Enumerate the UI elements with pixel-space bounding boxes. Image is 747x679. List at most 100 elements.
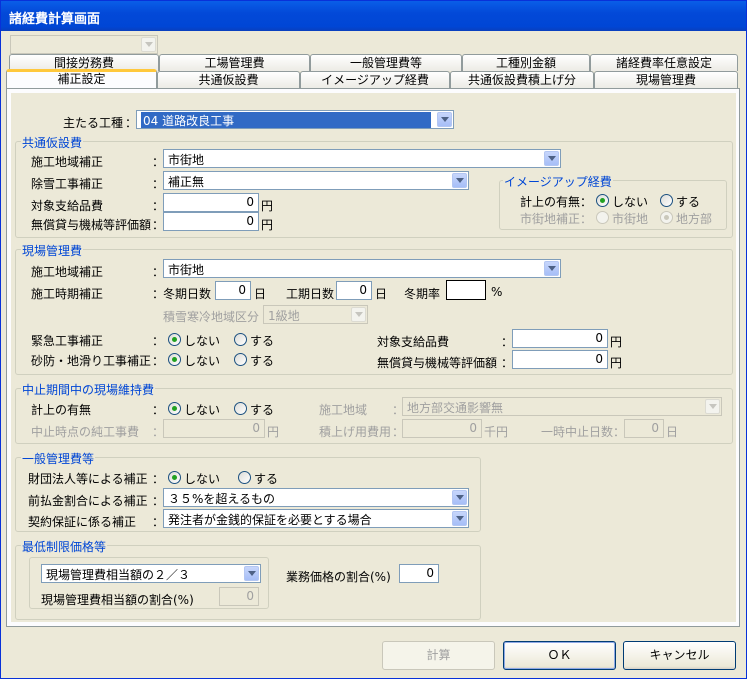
chevron-down-icon: [544, 151, 559, 166]
genba-area-label: 施工地域補正: [31, 265, 104, 279]
tab-common-temporary[interactable]: 共通仮設費: [157, 71, 300, 88]
tab-work-type-amount[interactable]: 工種別金額: [462, 54, 590, 71]
colon: ：: [152, 403, 165, 417]
winter-days-label: 冬期日数: [163, 287, 212, 301]
main-work-type-label: 主たる工種: [63, 116, 124, 130]
suspension-no-radio[interactable]: [168, 402, 181, 415]
tab-factory-management[interactable]: 工場管理費: [159, 54, 310, 71]
chevron-down-icon: [544, 261, 559, 276]
image-up-yes-radio[interactable]: [660, 194, 673, 207]
suspension-yes-label: する: [250, 403, 275, 417]
tab-image-up[interactable]: イメージアップ経費: [300, 71, 450, 88]
rural-radio: [660, 211, 673, 224]
percent-unit: %: [491, 285, 503, 299]
guarantee-correction-combo[interactable]: 発注者が金銭的保証を必要とする場合: [163, 509, 469, 528]
loan-machine-input[interactable]: 0: [163, 212, 259, 231]
colon: ：: [152, 354, 165, 368]
calculate-button[interactable]: 計算: [382, 641, 495, 670]
advance-correction-label: 前払金割合による補正: [28, 494, 148, 508]
genba-area-combo[interactable]: 市街地: [163, 259, 561, 278]
cancel-button[interactable]: キャンセル: [623, 641, 736, 670]
genba-loan-input[interactable]: 0: [512, 350, 608, 369]
foundation-no-radio[interactable]: [168, 471, 181, 484]
day-unit: 日: [254, 287, 267, 301]
yen-unit: 円: [267, 425, 280, 439]
sabo-correction-label: 砂防・地滑り工事補正: [31, 354, 152, 368]
period-correction-label: 施工時期補正: [31, 287, 104, 301]
net-cost-label: 中止時点の純工事費: [31, 425, 140, 439]
yen-unit: 円: [261, 218, 274, 232]
genba-loan-label: 無償貸与機械等評価額: [377, 356, 498, 370]
general-management-group-title: 一般管理費等: [21, 450, 96, 467]
winter-days-input[interactable]: 0: [215, 281, 251, 300]
chevron-down-icon: [244, 566, 259, 581]
city-correction-label: 市街地補正：: [520, 212, 593, 226]
common-temporary-group-title: 共通仮設費: [21, 134, 84, 151]
tab-general-management[interactable]: 一般管理費等: [310, 54, 462, 71]
supply-cost-input[interactable]: 0: [163, 193, 259, 212]
tab-rate-settings[interactable]: 諸経費率任意設定: [590, 54, 738, 71]
ok-button[interactable]: ＯＫ: [503, 641, 616, 670]
tab-correction[interactable]: 補正設定: [6, 69, 157, 89]
colon: ：: [152, 334, 165, 348]
rural-label: 地方部: [676, 212, 713, 226]
main-work-type-combo[interactable]: 04 道路改良工事: [136, 110, 454, 129]
chevron-down-icon: [351, 307, 366, 322]
pause-days-input: 0: [624, 419, 664, 438]
urgent-no-radio[interactable]: [168, 333, 181, 346]
work-ratio-input[interactable]: 0: [399, 564, 439, 583]
suspension-yes-radio[interactable]: [234, 402, 247, 415]
top-combo: [10, 35, 158, 54]
area-correction-combo[interactable]: 市街地: [163, 149, 561, 168]
supply-cost-label: 対象支給品費: [31, 199, 104, 213]
window-title: 諸経費計算画面: [9, 12, 101, 27]
foundation-no-label: しない: [184, 472, 221, 486]
day-unit: 日: [666, 425, 679, 439]
suspension-area-label: 施工地域: [319, 403, 368, 417]
suspension-group-title: 中止期間中の現場維持費: [21, 381, 156, 398]
chevron-down-icon: [452, 511, 467, 526]
work-ratio-label: 業務価格の割合(%): [286, 570, 391, 584]
pause-days-label: 一時中止日数: [541, 425, 614, 439]
genba-supply-input[interactable]: 0: [512, 329, 608, 348]
foundation-correction-label: 財団法人等による補正: [28, 472, 148, 486]
urgent-correction-label: 緊急工事補正: [31, 334, 104, 348]
suspension-no-label: しない: [184, 403, 221, 417]
sabo-yes-radio[interactable]: [234, 353, 247, 366]
sabo-no-label: しない: [184, 354, 221, 368]
stack-cost-input: 0: [402, 419, 482, 438]
title-bar: 諸経費計算画面: [1, 1, 746, 31]
site-management-group-title: 現場管理費: [21, 242, 84, 259]
image-up-group-title: イメージアップ経費: [503, 173, 613, 190]
yen-unit: 円: [610, 356, 623, 370]
work-days-input[interactable]: 0: [336, 281, 372, 300]
chevron-down-icon: [437, 112, 452, 127]
genba-supply-label: 対象支給品費: [377, 335, 450, 349]
dialog-window: 諸経費計算画面 間接労務費 工場管理費 一般管理費等 工種別金額 諸経費率任意設…: [0, 0, 747, 679]
cold-region-label: 積雪寒冷地域区分: [163, 310, 260, 324]
advance-correction-combo[interactable]: ３５%を超えるもの: [163, 488, 469, 507]
yen-unit: 円: [610, 335, 623, 349]
winter-rate-field: [446, 280, 486, 300]
image-up-count-label: 計上の有無：: [520, 195, 593, 209]
snow-correction-combo[interactable]: 補正無: [163, 171, 469, 190]
cold-region-combo: 1級地: [263, 305, 368, 324]
guarantee-correction-label: 契約保証に係る補正: [28, 515, 137, 529]
site-ratio-label: 現場管理費相当額の割合(%): [41, 593, 194, 607]
colon: ：: [152, 472, 165, 486]
tab-common-temporary-stack[interactable]: 共通仮設費積上げ分: [450, 71, 594, 88]
sabo-no-radio[interactable]: [168, 353, 181, 366]
urgent-yes-radio[interactable]: [234, 333, 247, 346]
tab-site-management[interactable]: 現場管理費: [594, 71, 738, 88]
day-unit: 日: [375, 287, 388, 301]
foundation-yes-radio[interactable]: [238, 471, 251, 484]
chevron-down-icon: [452, 173, 467, 188]
urgent-yes-label: する: [250, 334, 275, 348]
sabo-yes-label: する: [250, 354, 275, 368]
minimum-price-group-title: 最低制限価格等: [21, 538, 108, 555]
yen-unit: 円: [261, 199, 274, 213]
minimum-price-combo[interactable]: 現場管理費相当額の２／３: [41, 564, 261, 583]
stack-cost-label: 積上げ用費用: [319, 425, 392, 439]
image-up-no-radio[interactable]: [596, 194, 609, 207]
image-up-yes-label: する: [676, 195, 701, 209]
